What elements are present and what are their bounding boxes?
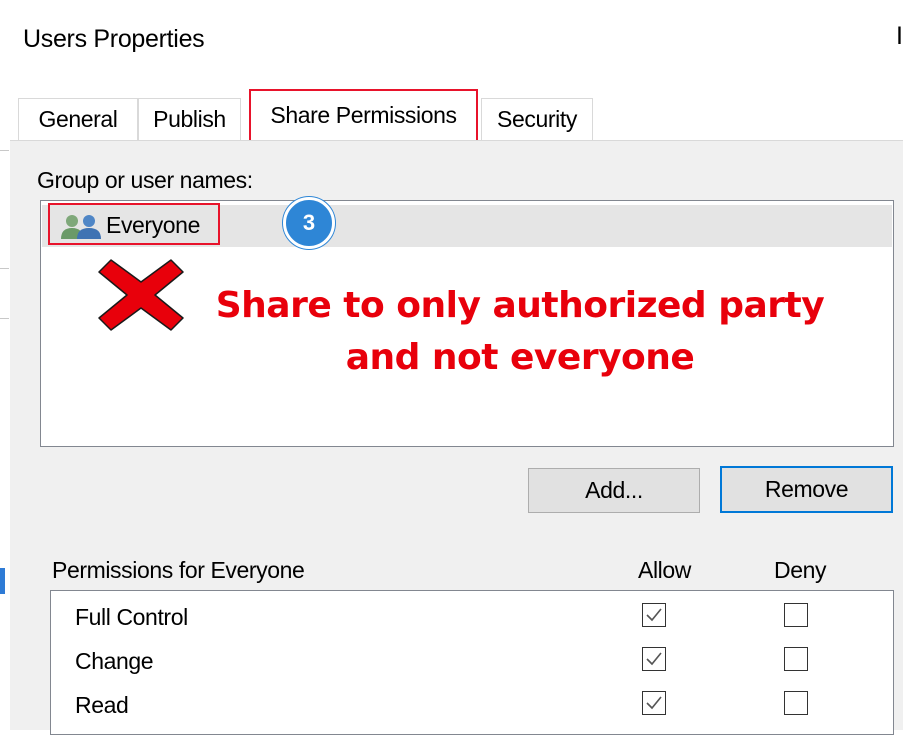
group-list-label: Group or user names: [37, 167, 253, 193]
deny-change-checkbox[interactable] [784, 647, 808, 671]
check-icon [646, 696, 662, 710]
allow-change-checkbox[interactable] [642, 647, 666, 671]
divider [0, 318, 9, 319]
check-icon [646, 608, 662, 622]
permission-full-control: Full Control [75, 604, 188, 630]
allow-read-checkbox[interactable] [642, 691, 666, 715]
remove-button[interactable]: Remove [720, 466, 893, 513]
allow-column-header: Allow [638, 557, 691, 583]
deny-full-control-checkbox[interactable] [784, 603, 808, 627]
permissions-label: Permissions for Everyone [52, 557, 305, 583]
divider [0, 268, 9, 269]
divider [0, 150, 9, 151]
add-button[interactable]: Add... [528, 468, 700, 513]
permission-change: Change [75, 648, 154, 674]
red-x-icon [98, 259, 184, 331]
tab-security[interactable]: Security [481, 98, 593, 140]
deny-read-checkbox[interactable] [784, 691, 808, 715]
check-icon [646, 652, 662, 666]
annotation-line-1: Share to only authorized party [215, 285, 825, 326]
annotation-line-2: and not everyone [345, 337, 695, 378]
step-number-badge: 3 [283, 197, 335, 249]
users-icon [61, 215, 101, 239]
warning-annotation: Share to only authorized party and not e… [200, 280, 840, 384]
permission-read: Read [75, 692, 129, 718]
list-item-label: Everyone [106, 212, 200, 238]
allow-full-control-checkbox[interactable] [642, 603, 666, 627]
window-title: Users Properties [23, 25, 205, 53]
tab-general[interactable]: General [18, 98, 138, 140]
tab-publish[interactable]: Publish [138, 98, 241, 140]
close-button[interactable]: I [896, 22, 903, 51]
deny-column-header: Deny [774, 557, 827, 583]
selection-marker [0, 568, 5, 594]
tab-share-permissions[interactable]: Share Permissions [249, 89, 478, 140]
